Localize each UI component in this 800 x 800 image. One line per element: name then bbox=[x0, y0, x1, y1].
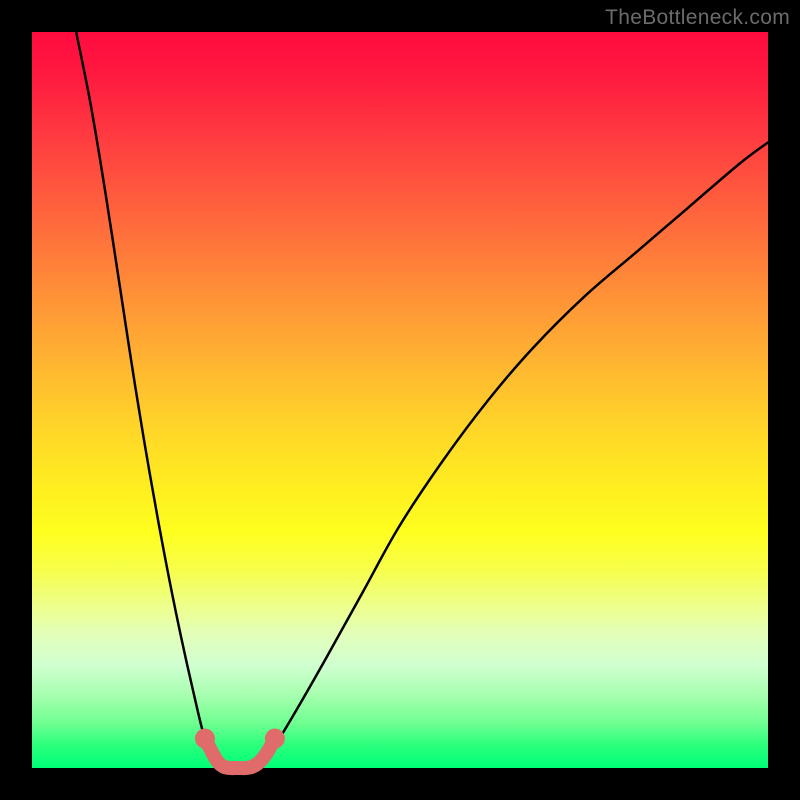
chart-frame: TheBottleneck.com bbox=[0, 0, 800, 800]
watermark-text: TheBottleneck.com bbox=[605, 6, 790, 30]
series-marker-segment bbox=[205, 739, 275, 769]
series-point bbox=[265, 729, 285, 749]
chart-svg bbox=[32, 32, 768, 768]
plot-area bbox=[32, 32, 768, 768]
series-curve-right bbox=[260, 142, 768, 768]
series-point bbox=[195, 729, 215, 749]
series-curve-left bbox=[76, 32, 223, 768]
